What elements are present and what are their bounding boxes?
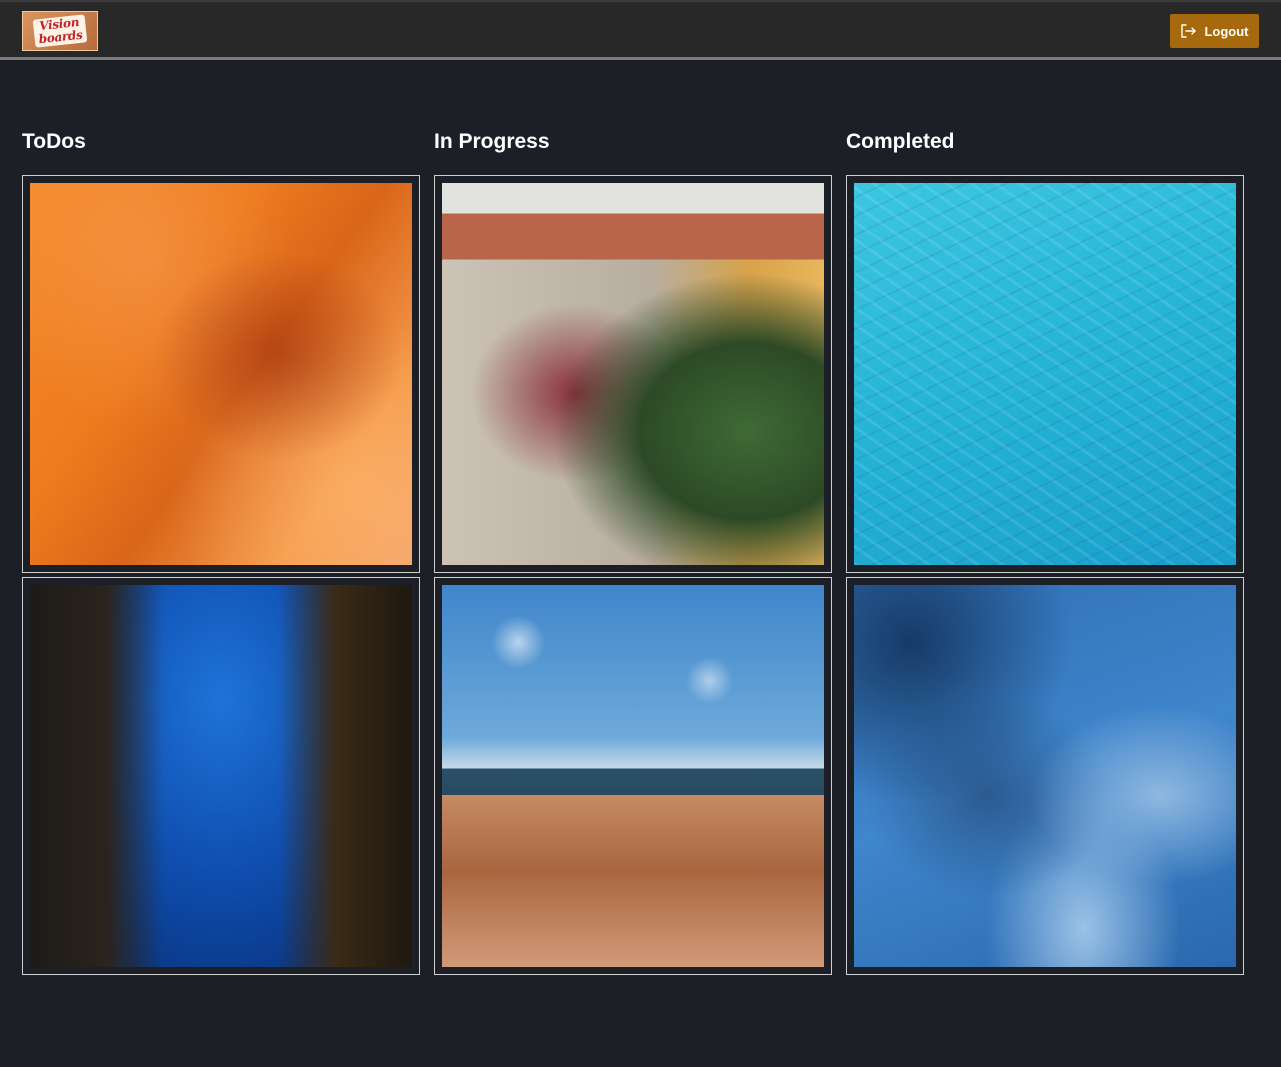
logo-wordmark: Vision boards xyxy=(32,14,88,48)
ivy-covered-building-image xyxy=(442,183,824,565)
column-todos: ToDos xyxy=(22,125,420,975)
logo-text-line2: boards xyxy=(38,27,84,47)
logout-button[interactable]: Logout xyxy=(1170,14,1259,48)
vision-card[interactable] xyxy=(846,175,1244,573)
column-completed: Completed xyxy=(846,125,1244,975)
top-navbar: Vision boards Logout xyxy=(0,0,1281,60)
turquoise-water-image xyxy=(854,183,1236,565)
underwater-diver-image xyxy=(30,585,412,967)
logout-label: Logout xyxy=(1204,23,1249,39)
column-title-completed: Completed xyxy=(846,130,955,153)
logout-icon xyxy=(1181,24,1197,38)
column-title-todos: ToDos xyxy=(22,130,86,153)
vision-boards-logo[interactable]: Vision boards xyxy=(22,11,98,51)
vision-card[interactable] xyxy=(22,577,420,975)
vision-card[interactable] xyxy=(22,175,420,573)
vision-card[interactable] xyxy=(434,577,832,975)
column-title-in-progress: In Progress xyxy=(434,130,550,153)
vision-card[interactable] xyxy=(434,175,832,573)
vision-card[interactable] xyxy=(846,577,1244,975)
rocky-coastline-image xyxy=(442,585,824,967)
blue-clouds-image xyxy=(854,585,1236,967)
column-in-progress: In Progress xyxy=(434,125,832,975)
orange-fabric-image xyxy=(30,183,412,565)
